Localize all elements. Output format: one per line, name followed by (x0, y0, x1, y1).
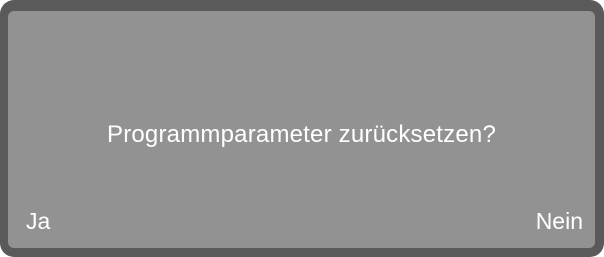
yes-softkey[interactable]: Ja (26, 207, 50, 235)
display-screen: Programmparameter zurücksetzen? Ja Nein (8, 11, 595, 248)
no-softkey[interactable]: Nein (536, 207, 583, 235)
reset-confirmation-message: Programmparameter zurücksetzen? (106, 121, 497, 148)
display-bezel: Programmparameter zurücksetzen? Ja Nein (0, 0, 604, 257)
